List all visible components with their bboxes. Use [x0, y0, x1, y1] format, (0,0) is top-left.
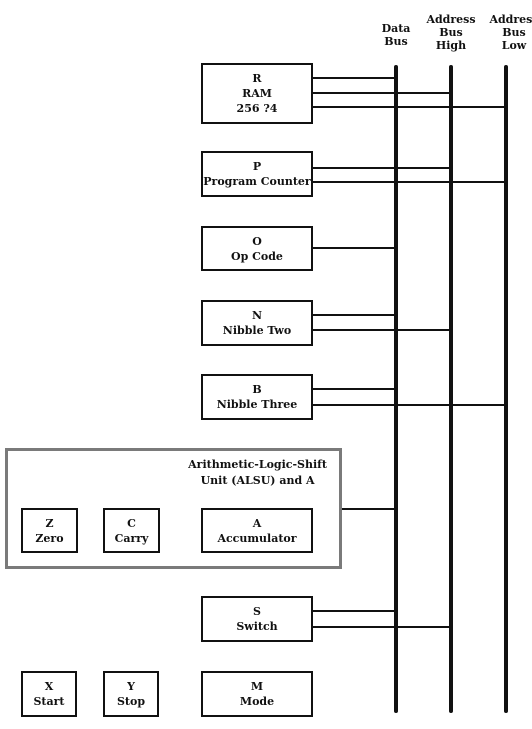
switch-name: Switch — [236, 620, 278, 633]
opcode-letter: O — [252, 234, 262, 248]
ram-size: 256 ?4 — [236, 102, 278, 115]
wire-ram-addr-high — [312, 92, 453, 94]
data-bus-label: Data Bus — [366, 22, 426, 48]
accumulator-register: A Accumulator — [201, 508, 313, 553]
mode-name: Mode — [239, 695, 275, 708]
ram-name: RAM — [242, 87, 272, 100]
wire-pc-addr-high — [312, 167, 453, 169]
address-bus-low-label-line1: Address — [489, 13, 532, 26]
zero-name: Zero — [35, 531, 64, 545]
address-bus-high-label-line2: Bus — [439, 26, 463, 39]
ram-register: R RAM 256 ?4 — [201, 63, 313, 124]
carry-name: Carry — [114, 531, 149, 545]
mode-register: M Mode — [201, 671, 313, 717]
nibble-two-register: N Nibble Two — [201, 300, 313, 346]
address-bus-low-label-line2: Bus — [502, 26, 526, 39]
wire-nibble2-data — [312, 314, 398, 316]
wire-nibble3-data — [312, 388, 398, 390]
wire-opcode-data — [312, 247, 398, 249]
ram-letter: R — [252, 72, 262, 85]
wire-switch-data — [312, 610, 398, 612]
switch-register: S Switch — [201, 596, 313, 642]
stop-name: Stop — [116, 695, 146, 708]
mode-letter: M — [250, 680, 264, 693]
start-name: Start — [33, 695, 65, 708]
carry-letter: C — [127, 516, 136, 530]
acc-letter: A — [252, 516, 262, 530]
stop-letter: Y — [127, 680, 135, 693]
op-code-register: O Op Code — [201, 226, 313, 271]
alsu-title: Arithmetic-Logic-Shift Unit (ALSU) and A — [188, 457, 327, 489]
wire-nibble3-addr-low — [312, 404, 508, 406]
data-bus — [394, 65, 398, 713]
alsu-title-line1: Arithmetic-Logic-Shift — [188, 458, 327, 471]
address-bus-high-label: Address Bus High — [421, 13, 481, 52]
pc-letter: P — [252, 160, 262, 173]
address-bus-high-label-line1: Address — [426, 13, 476, 26]
stop-register: Y Stop — [103, 671, 159, 717]
nibble-three-register: B Nibble Three — [201, 374, 313, 420]
wire-ram-data — [312, 77, 398, 79]
start-letter: X — [44, 680, 54, 693]
data-bus-label-line2: Bus — [384, 35, 408, 48]
nibble2-letter: N — [251, 309, 263, 322]
address-bus-high-label-line3: High — [435, 39, 467, 52]
start-register: X Start — [21, 671, 77, 717]
wire-nibble2-addr-high — [312, 329, 453, 331]
switch-letter: S — [253, 605, 261, 618]
address-bus-high — [449, 65, 453, 713]
address-bus-low-label: Address Bus Low — [484, 13, 532, 52]
nibble3-letter: B — [252, 383, 262, 396]
opcode-name: Op Code — [231, 249, 283, 263]
address-bus-low — [504, 65, 508, 713]
zero-letter: Z — [45, 516, 54, 530]
wire-pc-addr-low — [312, 181, 508, 183]
wire-ram-addr-low — [312, 106, 508, 108]
nibble3-name: Nibble Three — [216, 398, 298, 411]
wire-switch-addr-high — [312, 626, 453, 628]
nibble2-name: Nibble Two — [222, 324, 292, 337]
data-bus-label-line1: Data — [381, 22, 411, 35]
wire-alsu-data — [342, 508, 398, 510]
pc-name: Program Counter — [203, 175, 311, 188]
acc-name: Accumulator — [217, 531, 297, 545]
carry-flag-register: C Carry — [103, 508, 160, 553]
address-bus-low-label-line3: Low — [501, 39, 527, 52]
alsu-title-line2: Unit (ALSU) and A — [200, 474, 315, 487]
zero-flag-register: Z Zero — [21, 508, 78, 553]
program-counter-register: P Program Counter — [201, 151, 313, 197]
